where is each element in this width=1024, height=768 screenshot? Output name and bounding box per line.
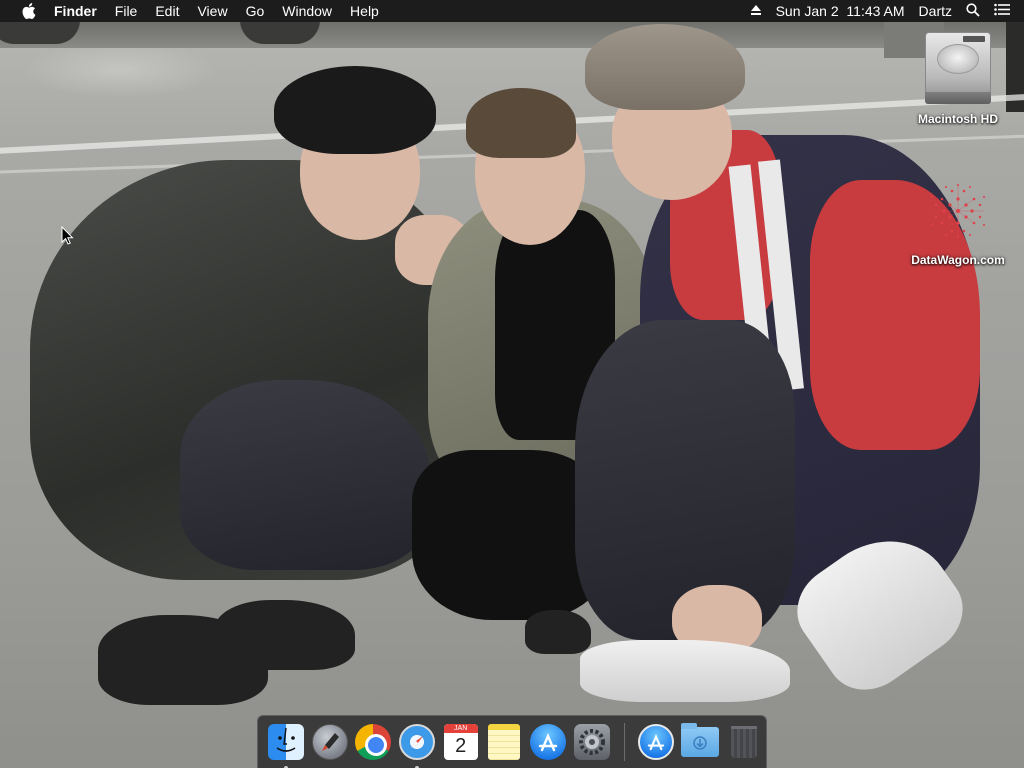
dock-item-safari[interactable] — [398, 723, 436, 768]
menu-file[interactable]: File — [115, 3, 138, 19]
desktop-icon-label: DataWagon.com — [911, 253, 1005, 267]
menu-edit[interactable]: Edit — [155, 3, 179, 19]
menu-bar: Finder File Edit View Go Window Help Sun… — [0, 0, 1024, 22]
menu-finder[interactable]: Finder — [54, 3, 97, 19]
eject-icon[interactable] — [750, 3, 762, 19]
dock-item-notes[interactable] — [486, 723, 524, 761]
dock-item-system-preferences[interactable] — [573, 723, 611, 761]
dock-item-calendar[interactable]: JAN 2 — [442, 723, 480, 761]
menu-user[interactable]: Dartz — [919, 3, 952, 19]
hard-drive-icon — [923, 30, 993, 106]
finder-icon — [267, 724, 304, 760]
downloads-folder-icon — [681, 723, 720, 757]
desktop-wallpaper — [0, 0, 1024, 768]
safari-icon — [398, 724, 435, 760]
dock-item-applications-folder[interactable] — [638, 723, 676, 761]
mouse-cursor-icon — [61, 225, 75, 246]
menu-view[interactable]: View — [197, 3, 227, 19]
desktop-icon-datawagon[interactable]: DataWagon.com — [903, 175, 1013, 267]
datawagon-logo-icon — [922, 175, 994, 247]
dock-separator — [623, 723, 625, 761]
dock-item-trash[interactable] — [725, 723, 763, 761]
trash-icon — [731, 726, 758, 758]
calendar-day: 2 — [455, 735, 467, 757]
notes-icon — [488, 724, 521, 760]
desktop-icon-label: Macintosh HD — [917, 112, 998, 126]
apple-icon[interactable] — [18, 3, 40, 19]
spotlight-search-icon[interactable] — [966, 2, 980, 20]
launchpad-icon — [311, 724, 348, 760]
dock-item-app-store[interactable] — [529, 723, 567, 761]
calendar-icon: JAN 2 — [443, 724, 478, 760]
menu-window[interactable]: Window — [282, 3, 332, 19]
dock-item-chrome[interactable] — [354, 723, 392, 761]
app-store-icon — [530, 724, 567, 760]
notification-center-icon[interactable] — [994, 3, 1010, 19]
dock-item-downloads-folder[interactable] — [681, 723, 720, 761]
chrome-icon — [355, 724, 392, 760]
dock-item-finder[interactable] — [267, 723, 305, 768]
system-preferences-icon — [573, 724, 610, 760]
dock: JAN 2 — [257, 715, 767, 768]
desktop-icon-macintosh-hd[interactable]: Macintosh HD — [903, 30, 1013, 126]
menu-help[interactable]: Help — [350, 3, 379, 19]
dock-item-launchpad[interactable] — [311, 723, 349, 761]
menu-go[interactable]: Go — [246, 3, 265, 19]
calendar-month: JAN — [443, 724, 478, 733]
applications-folder-icon — [638, 724, 675, 760]
menu-clock[interactable]: Sun Jan 2 11:43 AM — [776, 3, 905, 19]
